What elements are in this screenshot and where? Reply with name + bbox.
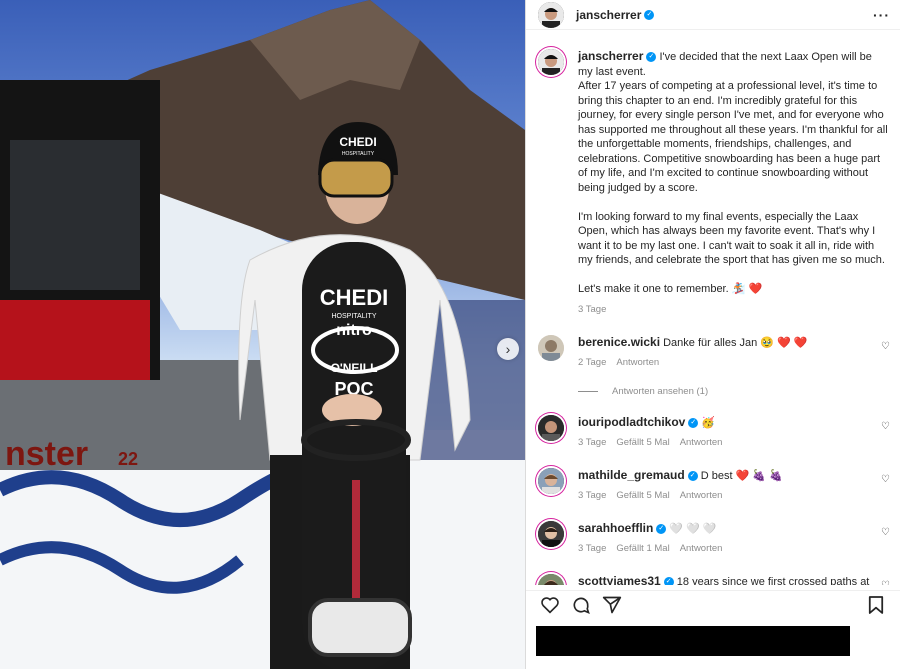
bookmark-icon [868,595,884,614]
comment-likes[interactable]: Gefällt 5 Mal [616,489,669,503]
like-comment-heart-icon[interactable]: ♡ [881,421,890,432]
comment-body: berenice.wicki Danke für alles Jan 🥹 ❤️ … [578,335,878,370]
goggles [318,158,394,198]
vehicle-number: 22 [118,449,138,469]
heart-icon [541,596,559,614]
helmet-text: CHEDI [339,135,376,149]
caption-author-avatar[interactable] [538,49,564,75]
commenter-username[interactable]: mathilde_gremaud [578,468,685,482]
comment-text: 🥳 [701,417,716,429]
verified-badge-icon: ✓ [688,418,699,429]
verified-badge-icon: ✓ [646,52,657,63]
comment-age: 2 Tage [578,357,607,368]
comment-likes[interactable]: Gefällt 5 Mal [616,436,669,450]
caption-author[interactable]: janscherrer [578,49,643,63]
post-actions [526,590,900,618]
comment-item: mathilde_gremaud ✓ D best ❤️ 🍇 🍇 3 Tage G… [538,468,890,503]
view-replies-label: Antworten ansehen (1) [612,386,709,397]
reply-button[interactable]: Antworten [680,489,723,503]
comment-text: Danke für alles Jan 🥹 ❤️ ❤️ [663,337,808,349]
like-comment-heart-icon[interactable]: ♡ [881,527,890,538]
reply-button[interactable]: Antworten [680,542,723,556]
chevron-right-icon: › [505,341,511,357]
comment-likes[interactable]: Gefällt 1 Mal [616,542,669,556]
comment-item: scottyjames31 ✓ 18 years since we first c… [538,574,890,585]
comment-age: 3 Tage [578,543,607,554]
save-button[interactable] [864,594,888,616]
author-avatar[interactable] [538,1,564,28]
commenter-username[interactable]: sarahhoefflin [578,521,653,535]
reply-button[interactable]: Antworten [616,356,659,370]
caption-paragraph-1: After 17 years of competing at a profess… [578,80,888,194]
comment-age: 3 Tage [578,437,607,448]
comment-item: berenice.wicki Danke für alles Jan 🥹 ❤️ … [538,335,890,370]
next-photo-button[interactable]: › [497,338,519,360]
comment-body: iouripodladtchikov ✓ 🥳 3 Tage Gefällt 5 M… [578,415,878,450]
comment-meta: 3 Tage Gefällt 1 Mal Antworten [578,542,878,556]
share-button[interactable] [600,594,624,616]
verified-badge-icon: ✓ [663,577,674,585]
redacted-bar [536,626,850,656]
commenter-username[interactable]: scottyjames31 [578,574,661,585]
caption-body: janscherrer ✓ I've decided that the next … [578,49,888,317]
post-sidebar: janscherrer ✓ ··· janscherrer ✓ I've deci… [525,0,900,669]
caption-paragraph-2: I'm looking forward to my final events, … [578,210,885,267]
commenter-username[interactable]: iouripodladtchikov [578,415,685,429]
comment-meta: 3 Tage Gefällt 5 Mal Antworten [578,436,878,450]
board-text-1: HOSPITALITY [332,313,377,320]
photo-scene: nster 22 CHEDI HOSPITALITY CHEDI HOSPITAL… [0,0,525,669]
comments-section[interactable]: janscherrer ✓ I've decided that the next … [526,39,900,585]
comment-body: mathilde_gremaud ✓ D best ❤️ 🍇 🍇 3 Tage G… [578,468,878,503]
commenter-avatar[interactable] [538,521,564,547]
comment-text: D best ❤️ 🍇 🍇 [700,470,783,482]
comment-meta: 3 Tage Gefällt 5 Mal Antworten [578,489,878,503]
comment-item: sarahhoefflin ✓ 🤍 🤍 🤍 3 Tage Gefällt 1 Ma… [538,521,890,556]
commenter-username[interactable]: berenice.wicki [578,335,660,349]
comment-text: 🤍 🤍 🤍 [669,523,717,535]
comment-icon [573,597,590,614]
post-header: janscherrer ✓ ··· [526,0,900,30]
post-photo[interactable]: nster 22 CHEDI HOSPITALITY CHEDI HOSPITAL… [0,0,525,669]
caption-meta: 3 Tage [578,303,888,318]
comment-body: scottyjames31 ✓ 18 years since we first c… [578,574,878,585]
like-comment-heart-icon[interactable]: ♡ [881,580,890,585]
comment-body: sarahhoefflin ✓ 🤍 🤍 🤍 3 Tage Gefällt 1 Ma… [578,521,878,556]
comment-item: iouripodladtchikov ✓ 🥳 3 Tage Gefällt 5 M… [538,415,890,450]
board-text-0: CHEDI [320,285,388,310]
comment-button[interactable] [569,594,593,616]
like-comment-heart-icon[interactable]: ♡ [881,341,890,352]
caption-paragraph-3: Let's make it one to remember. 🏂 ❤️ [578,283,763,295]
commenter-avatar[interactable] [538,468,564,494]
commenter-avatar[interactable] [538,574,564,585]
view-replies-button[interactable]: Antworten ansehen (1) [578,386,890,397]
verified-badge-icon: ✓ [687,471,698,482]
verified-badge-icon: ✓ [656,524,667,535]
reply-button[interactable]: Antworten [680,436,723,450]
avatar-image [538,1,564,28]
vehicle-text: nster [5,435,88,473]
comment-age: 3 Tage [578,490,607,501]
avatar-image [538,49,564,75]
more-options-icon[interactable]: ··· [873,7,890,23]
commenter-avatar[interactable] [538,335,564,361]
share-icon [602,596,622,613]
verified-badge-icon: ✓ [644,9,655,20]
like-comment-heart-icon[interactable]: ♡ [881,474,890,485]
helmet-subtext: HOSPITALITY [342,151,375,157]
post-caption: janscherrer ✓ I've decided that the next … [538,39,890,317]
caption-age: 3 Tage [578,303,607,315]
comment-meta: 2 Tage Antworten [578,356,878,370]
author-username[interactable]: janscherrer [576,8,641,22]
commenter-avatar[interactable] [538,415,564,441]
like-button[interactable] [538,594,562,616]
